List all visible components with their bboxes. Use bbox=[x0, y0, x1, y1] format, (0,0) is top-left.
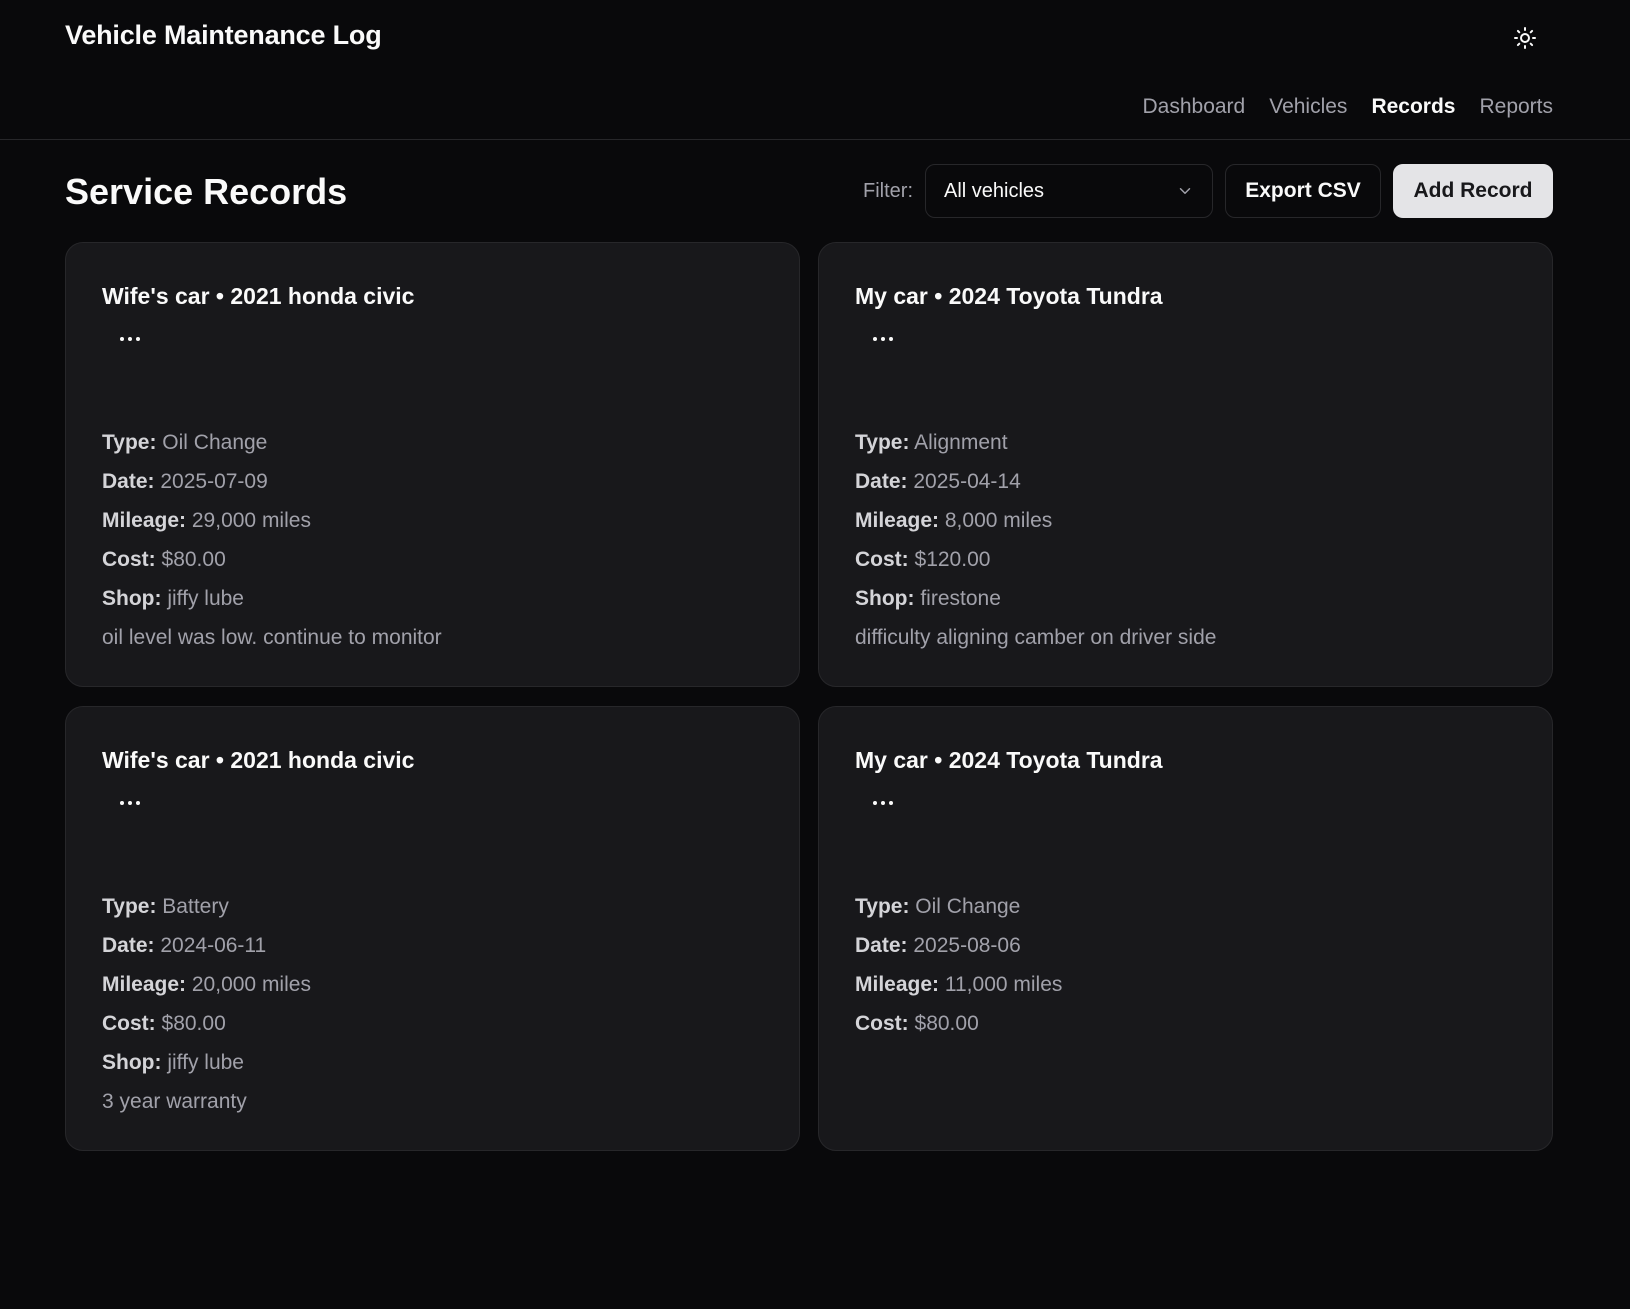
add-record-button[interactable]: Add Record bbox=[1393, 164, 1553, 218]
ellipsis-icon bbox=[120, 337, 140, 341]
page-title: Service Records bbox=[65, 171, 348, 212]
record-cost: Cost: $80.00 bbox=[855, 1012, 979, 1035]
ellipsis-icon bbox=[873, 801, 893, 805]
record-notes: 3 year warranty bbox=[102, 1090, 247, 1113]
record-details: Type: Alignment Date: 2025-04-14 Mileage… bbox=[855, 423, 1216, 657]
record-date: Date: 2025-08-06 bbox=[855, 934, 1021, 957]
record-type: Type: Battery bbox=[102, 895, 229, 918]
vehicle-filter-select[interactable]: All vehicles bbox=[925, 164, 1213, 218]
record-mileage: Mileage: 11,000 miles bbox=[855, 973, 1063, 996]
more-options-button[interactable] bbox=[112, 785, 148, 821]
main-nav: Dashboard Vehicles Records Reports bbox=[1142, 95, 1553, 119]
records-grid: Wife's car • 2021 honda civic Type: Oil … bbox=[65, 242, 1553, 1151]
record-date: Date: 2025-07-09 bbox=[102, 470, 268, 493]
record-date: Date: 2025-04-14 bbox=[855, 470, 1021, 493]
app-title: Vehicle Maintenance Log bbox=[65, 20, 382, 50]
record-card: Wife's car • 2021 honda civic Type: Batt… bbox=[65, 706, 800, 1151]
toolbar: Filter: All vehicles Export CSV Add Reco… bbox=[863, 164, 1553, 218]
export-csv-button[interactable]: Export CSV bbox=[1225, 164, 1381, 218]
app-header: Vehicle Maintenance Log Dashboard Vehicl… bbox=[0, 0, 1630, 140]
record-notes: oil level was low. continue to monitor bbox=[102, 626, 442, 649]
record-type: Type: Oil Change bbox=[855, 895, 1021, 918]
record-card: My car • 2024 Toyota Tundra Type: Oil Ch… bbox=[818, 706, 1553, 1151]
record-mileage: Mileage: 8,000 miles bbox=[855, 509, 1053, 532]
record-mileage: Mileage: 20,000 miles bbox=[102, 973, 311, 996]
nav-records[interactable]: Records bbox=[1371, 95, 1455, 119]
more-options-button[interactable] bbox=[865, 321, 901, 357]
record-card: My car • 2024 Toyota Tundra Type: Alignm… bbox=[818, 242, 1553, 687]
record-details: Type: Oil Change Date: 2025-08-06 Mileag… bbox=[855, 887, 1062, 1043]
more-options-button[interactable] bbox=[865, 785, 901, 821]
vehicle-filter-value: All vehicles bbox=[944, 179, 1045, 202]
record-cost: Cost: $120.00 bbox=[855, 548, 991, 571]
nav-reports[interactable]: Reports bbox=[1479, 95, 1553, 119]
record-title: My car • 2024 Toyota Tundra bbox=[855, 747, 1163, 773]
ellipsis-icon bbox=[120, 801, 140, 805]
record-date: Date: 2024-06-11 bbox=[102, 934, 267, 957]
record-title: Wife's car • 2021 honda civic bbox=[102, 747, 415, 773]
sun-icon bbox=[1514, 27, 1536, 49]
record-type: Type: Alignment bbox=[855, 431, 1008, 454]
ellipsis-icon bbox=[873, 337, 893, 341]
nav-dashboard[interactable]: Dashboard bbox=[1142, 95, 1245, 119]
record-details: Type: Oil Change Date: 2025-07-09 Mileag… bbox=[102, 423, 442, 657]
record-cost: Cost: $80.00 bbox=[102, 548, 226, 571]
record-cost: Cost: $80.00 bbox=[102, 1012, 226, 1035]
record-title: Wife's car • 2021 honda civic bbox=[102, 283, 415, 309]
record-card: Wife's car • 2021 honda civic Type: Oil … bbox=[65, 242, 800, 687]
nav-vehicles[interactable]: Vehicles bbox=[1269, 95, 1347, 119]
filter-label: Filter: bbox=[863, 179, 913, 202]
record-details: Type: Battery Date: 2024-06-11 Mileage: … bbox=[102, 887, 311, 1121]
record-mileage: Mileage: 29,000 miles bbox=[102, 509, 311, 532]
record-type: Type: Oil Change bbox=[102, 431, 268, 454]
record-notes: difficulty aligning camber on driver sid… bbox=[855, 626, 1217, 649]
chevron-down-icon bbox=[1179, 188, 1191, 194]
record-shop: Shop: jiffy lube bbox=[102, 587, 244, 610]
more-options-button[interactable] bbox=[112, 321, 148, 357]
record-title: My car • 2024 Toyota Tundra bbox=[855, 283, 1163, 309]
record-shop: Shop: jiffy lube bbox=[102, 1051, 244, 1074]
theme-toggle-button[interactable] bbox=[1510, 23, 1540, 53]
record-shop: Shop: firestone bbox=[855, 587, 1001, 610]
